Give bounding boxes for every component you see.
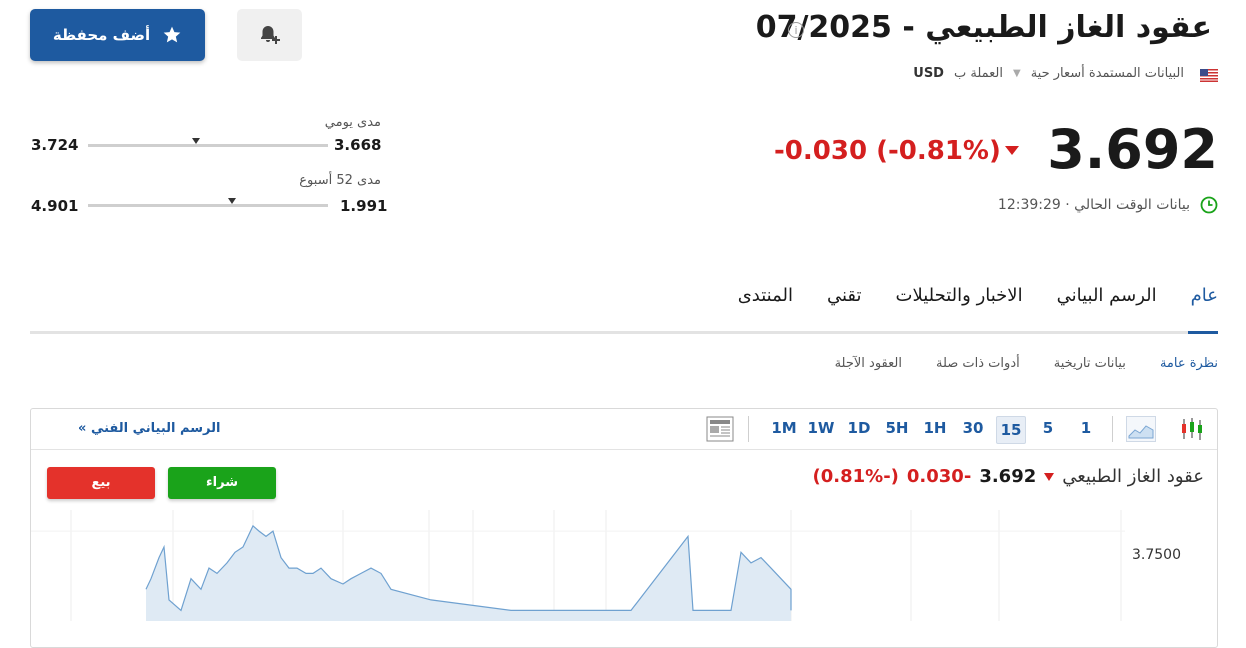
week52-range-label: مدى 52 أسبوع bbox=[299, 173, 381, 188]
daily-range-marker bbox=[192, 138, 200, 144]
sell-button[interactable]: بيع bbox=[47, 467, 155, 499]
timeframe-30[interactable]: 30 bbox=[960, 419, 986, 437]
change-percent: (-0.81%) bbox=[876, 136, 1001, 166]
toolbar-divider bbox=[31, 449, 1217, 450]
daily-range-low: 3.668 bbox=[334, 136, 382, 154]
caret-down-icon[interactable]: ▼ bbox=[1013, 68, 1021, 79]
down-arrow-icon bbox=[1044, 472, 1055, 481]
technical-chart-label: الرسم البياني الفني bbox=[90, 421, 221, 436]
subtab-overview[interactable]: نظرة عامة bbox=[1160, 356, 1218, 371]
timeframe-1w[interactable]: 1W bbox=[806, 419, 836, 437]
down-arrow-icon bbox=[1005, 146, 1019, 155]
timeframe-15[interactable]: 15 bbox=[996, 416, 1026, 444]
time-label: بيانات الوقت الحالي · bbox=[1065, 197, 1190, 213]
chart-instrument-name: عقود الغاز الطبيعي bbox=[1062, 466, 1204, 487]
toolbar-separator bbox=[748, 416, 749, 442]
week52-range-marker bbox=[228, 198, 236, 204]
technical-chart-link[interactable]: الرسم البياني الفني » bbox=[78, 421, 220, 436]
sub-tabs: نظرة عامة بيانات تاريخية أدوات ذات صلة ا… bbox=[835, 356, 1218, 371]
price-area bbox=[146, 525, 791, 621]
tab-general[interactable]: عام bbox=[1191, 285, 1218, 322]
add-alert-button[interactable] bbox=[237, 9, 302, 61]
quote-meta: البيانات المستمدة أسعار حية ▼ العملة ب U… bbox=[913, 66, 1184, 81]
tab-news-analysis[interactable]: الاخبار والتحليلات bbox=[896, 285, 1023, 322]
subtab-related-instruments[interactable]: أدوات ذات صلة bbox=[936, 356, 1020, 371]
timeframe-5[interactable]: 5 bbox=[1040, 419, 1056, 437]
chart-change-percent: (-0.81%) bbox=[812, 466, 899, 487]
toolbar-separator bbox=[1112, 416, 1113, 442]
price-area-chart[interactable] bbox=[31, 510, 1125, 621]
info-icon[interactable]: i bbox=[788, 22, 804, 38]
currency-code: USD bbox=[913, 66, 944, 81]
currency-prefix: العملة ب bbox=[953, 66, 1003, 81]
active-tab-indicator bbox=[1188, 331, 1218, 334]
week52-range-high: 4.901 bbox=[31, 197, 79, 215]
add-portfolio-button[interactable]: أضف محفظة bbox=[30, 9, 205, 61]
change-value: -0.030 bbox=[774, 136, 868, 166]
subtab-futures[interactable]: العقود الآجلة bbox=[835, 356, 902, 371]
chart-price: 3.692 bbox=[979, 466, 1037, 487]
buy-button[interactable]: شراء bbox=[168, 467, 276, 499]
candlestick-icon[interactable] bbox=[1180, 416, 1204, 442]
main-tabs: عام الرسم البياني الاخبار والتحليلات تقن… bbox=[738, 285, 1218, 322]
news-icon[interactable] bbox=[706, 416, 734, 442]
timeframe-1[interactable]: 1 bbox=[1078, 419, 1094, 437]
tab-technical[interactable]: تقني bbox=[827, 285, 862, 322]
timeframe-1h[interactable]: 1H bbox=[922, 419, 948, 437]
quote-time-row: بيانات الوقت الحالي · 12:39:29 bbox=[998, 197, 1190, 213]
daily-range-label: مدى يومي bbox=[324, 115, 381, 130]
quote-time: 12:39:29 bbox=[997, 197, 1061, 213]
tabs-divider bbox=[30, 331, 1218, 334]
y-axis-tick-label: 3.7500 bbox=[1132, 547, 1181, 563]
timeframe-1d[interactable]: 1D bbox=[846, 419, 872, 437]
us-flag-icon bbox=[1200, 69, 1218, 82]
price-change: -0.030 (-0.81%) bbox=[774, 136, 1001, 166]
double-chevron-icon: » bbox=[78, 421, 87, 436]
week52-range-bar bbox=[88, 204, 328, 207]
tab-chart[interactable]: الرسم البياني bbox=[1057, 285, 1157, 322]
add-portfolio-label: أضف محفظة bbox=[52, 26, 151, 44]
chart-change: -0.030 bbox=[906, 466, 972, 487]
week52-range-low: 1.991 bbox=[340, 197, 388, 215]
bell-plus-icon bbox=[260, 26, 280, 44]
timeframe-1m[interactable]: 1M bbox=[769, 419, 799, 437]
timeframe-5h[interactable]: 5H bbox=[884, 419, 910, 437]
last-price: 3.692 bbox=[1047, 118, 1218, 181]
clock-icon bbox=[1200, 196, 1218, 214]
subtab-historical-data[interactable]: بيانات تاريخية bbox=[1054, 356, 1126, 371]
daily-range-bar bbox=[88, 144, 328, 147]
data-source: البيانات المستمدة أسعار حية bbox=[1030, 66, 1184, 81]
chart-quote-header: عقود الغاز الطبيعي 3.692 -0.030 (-0.81%) bbox=[813, 466, 1205, 487]
area-chart-icon[interactable] bbox=[1126, 416, 1156, 442]
tab-forum[interactable]: المنتدى bbox=[738, 285, 793, 322]
star-icon bbox=[163, 26, 181, 43]
page-title: عقود الغاز الطبيعي - 07/2025 bbox=[755, 10, 1212, 45]
daily-range-high: 3.724 bbox=[31, 136, 79, 154]
